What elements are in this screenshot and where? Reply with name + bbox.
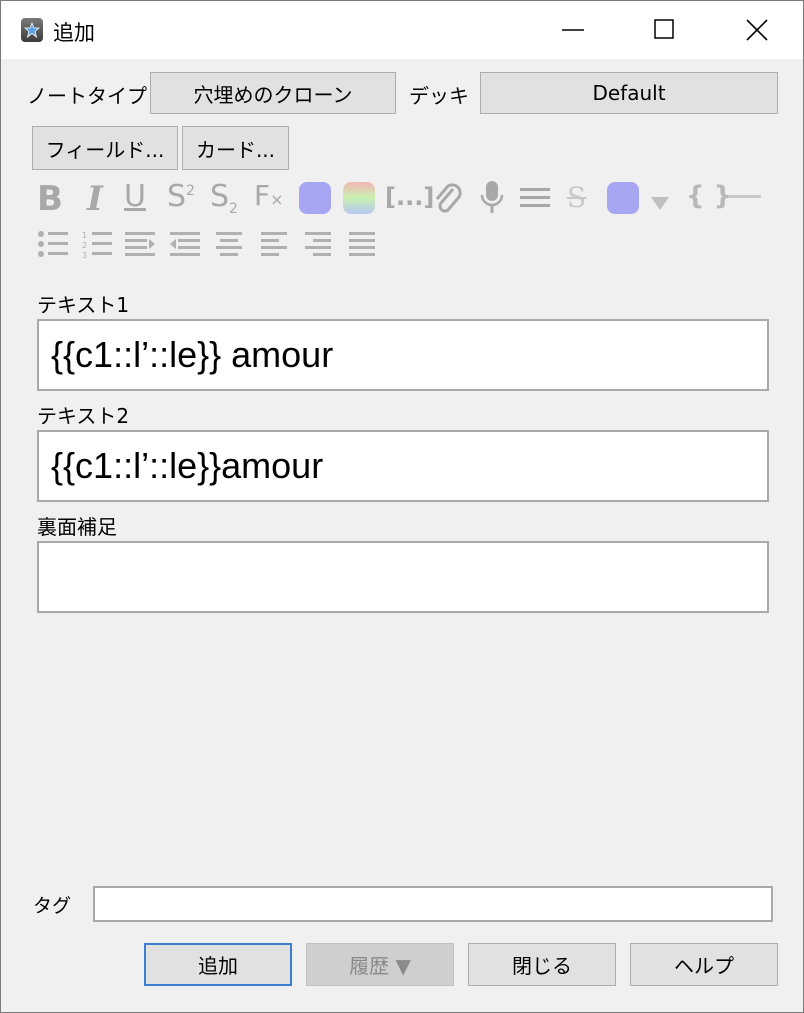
strikethrough-icon[interactable]: S: [567, 181, 586, 214]
numbered-list-icon[interactable]: 123: [82, 230, 112, 258]
field-editor-back-extra[interactable]: [37, 541, 769, 613]
highlight-color-icon[interactable]: [343, 182, 375, 214]
superscript-icon[interactable]: S2: [167, 179, 195, 214]
bullet-list-icon[interactable]: [38, 230, 68, 258]
deck-chooser-button[interactable]: Default: [480, 72, 778, 114]
notetype-chooser-button[interactable]: 穴埋めのクローン: [150, 72, 396, 114]
outdent-icon[interactable]: [170, 232, 200, 258]
field-label-back-extra: 裏面補足: [37, 515, 117, 539]
field-label-text1: テキスト1: [37, 293, 130, 317]
close-window-button[interactable]: [711, 1, 803, 59]
help-button[interactable]: ヘルプ: [630, 943, 778, 986]
indent-icon[interactable]: [125, 232, 155, 258]
notetype-label: ノートタイプ: [27, 84, 147, 108]
tags-input[interactable]: [93, 886, 773, 922]
minimize-icon: [562, 29, 584, 31]
color-swatch-icon[interactable]: [607, 182, 639, 214]
close-icon: [746, 19, 768, 41]
field-editor-text2[interactable]: {{c1::l’::le}}amour: [37, 430, 769, 502]
hr-icon[interactable]: [729, 195, 761, 199]
svg-text:2: 2: [82, 241, 87, 250]
dropdown-icon[interactable]: [651, 197, 669, 211]
attach-icon[interactable]: [431, 181, 463, 215]
maximize-button[interactable]: [619, 1, 711, 59]
close-button[interactable]: 閉じる: [468, 943, 616, 986]
anki-app-icon: [21, 18, 43, 42]
cards-button[interactable]: カード...: [182, 126, 289, 170]
deck-label: デッキ: [409, 84, 469, 108]
maximize-icon: [654, 19, 674, 39]
bold-icon[interactable]: B: [37, 179, 63, 219]
more-icon[interactable]: [520, 187, 550, 209]
title-bar[interactable]: 追加: [1, 1, 803, 59]
field-editor-text1[interactable]: {{c1::l’::le}} amour: [37, 319, 769, 391]
minimize-button[interactable]: [527, 1, 619, 59]
svg-text:1: 1: [82, 231, 87, 240]
text-color-icon[interactable]: [299, 182, 331, 214]
italic-icon[interactable]: I: [87, 179, 103, 219]
window-title: 追加: [53, 21, 95, 45]
justify-icon[interactable]: [349, 232, 375, 258]
history-button[interactable]: 履歴 ▼: [306, 943, 454, 986]
underline-icon[interactable]: U: [124, 179, 146, 214]
add-window: 追加 ノートタイプ 穴埋めのクローン デッキ Default フィールド... …: [0, 0, 804, 1013]
align-left-icon[interactable]: [261, 232, 287, 258]
fields-button[interactable]: フィールド...: [32, 126, 178, 170]
record-audio-icon[interactable]: [478, 179, 506, 215]
subscript-icon[interactable]: S2: [210, 179, 238, 217]
svg-text:3: 3: [82, 251, 87, 258]
align-right-icon[interactable]: [305, 232, 331, 258]
add-button[interactable]: 追加: [144, 943, 292, 986]
align-center-icon[interactable]: [216, 232, 242, 258]
tags-label: タグ: [33, 895, 72, 917]
cloze-icon[interactable]: [...]: [385, 183, 434, 211]
braces-icon[interactable]: { }: [686, 181, 732, 211]
field-label-text2: テキスト2: [37, 404, 130, 428]
clear-format-icon[interactable]: F×: [254, 179, 284, 212]
